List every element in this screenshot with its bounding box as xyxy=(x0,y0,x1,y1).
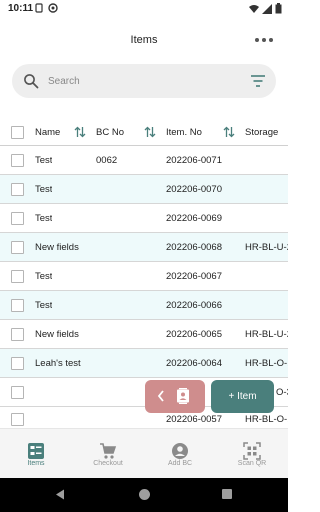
row-name: Test xyxy=(35,184,53,195)
row-storage: HR-BL-U-2 xyxy=(245,329,288,340)
row-checkbox[interactable] xyxy=(11,328,24,341)
row-item-no: 202206-0071 xyxy=(166,155,222,166)
signal-icon xyxy=(262,3,272,14)
row-checkbox[interactable] xyxy=(11,357,24,370)
sort-item-no-icon[interactable] xyxy=(223,126,235,138)
column-header-item-no[interactable]: Item. No xyxy=(166,127,202,138)
add-item-button[interactable]: + Item xyxy=(211,380,274,413)
row-name: Test xyxy=(35,271,53,282)
table-header: Name BC No Item. No Storage xyxy=(0,118,288,146)
row-storage: O-3 xyxy=(276,387,288,398)
sim-icon xyxy=(35,3,43,13)
row-checkbox[interactable] xyxy=(11,183,24,196)
row-checkbox[interactable] xyxy=(11,299,24,312)
app-header: Items xyxy=(0,18,288,64)
table-row[interactable]: Test 202206-0070 xyxy=(0,175,288,204)
table-row[interactable]: Leah's test 202206-0064 HR-BL-O-1 xyxy=(0,349,288,378)
table-row[interactable]: Test 202206-0066 xyxy=(0,291,288,320)
search-input[interactable] xyxy=(48,73,238,89)
back-fab-button[interactable] xyxy=(145,380,205,413)
row-storage: HR-BL-U-2 xyxy=(245,242,288,253)
table-row[interactable]: New fields 202206-0068 HR-BL-U-2 xyxy=(0,233,288,262)
filter-icon[interactable] xyxy=(250,74,266,88)
sort-bc-no-icon[interactable] xyxy=(144,126,156,138)
table-row[interactable]: Test 202206-0069 xyxy=(0,204,288,233)
row-storage: HR-BL-O-1 xyxy=(245,414,288,425)
column-header-name[interactable]: Name xyxy=(35,127,60,138)
row-name: Test xyxy=(35,300,53,311)
table-row[interactable]: New fields 202206-0065 HR-BL-U-2 xyxy=(0,320,288,349)
row-item-no: 202206-0066 xyxy=(166,300,222,311)
items-icon xyxy=(28,443,44,459)
row-bc-no: 0062 xyxy=(96,155,118,166)
row-checkbox[interactable] xyxy=(11,241,24,254)
row-checkbox[interactable] xyxy=(11,270,24,283)
sync-icon xyxy=(48,3,58,13)
row-item-no: 202206-0068 xyxy=(166,242,222,253)
bottom-nav: Items Checkout Add BC Scan QR xyxy=(0,428,288,478)
qr-icon xyxy=(243,442,261,460)
row-item-no: 202206-0057 xyxy=(166,414,222,425)
nav-label-checkout: Checkout xyxy=(93,460,123,467)
nav-label-add-bc: Add BC xyxy=(167,460,193,467)
system-nav-bar xyxy=(0,478,288,512)
row-checkbox[interactable] xyxy=(11,413,24,426)
system-recents-icon[interactable] xyxy=(222,489,232,499)
status-bar: 10:11 xyxy=(0,0,288,18)
system-back-icon[interactable] xyxy=(55,489,65,500)
nav-item-items[interactable]: Items xyxy=(0,429,72,479)
row-checkbox[interactable] xyxy=(11,212,24,225)
select-all-checkbox[interactable] xyxy=(11,126,24,139)
row-name: Test xyxy=(35,155,53,166)
cart-icon xyxy=(100,443,117,459)
search-icon xyxy=(24,74,39,89)
column-header-bc-no[interactable]: BC No xyxy=(96,127,124,138)
sort-name-icon[interactable] xyxy=(74,126,86,138)
battery-icon xyxy=(275,3,282,14)
row-item-no: 202206-0069 xyxy=(166,213,222,224)
row-checkbox[interactable] xyxy=(11,154,24,167)
row-name: Test xyxy=(35,213,53,224)
row-name: New fields xyxy=(35,242,79,253)
row-name: New fields xyxy=(35,329,79,340)
nav-label-items: Items xyxy=(27,460,45,467)
contact-book-icon xyxy=(177,388,189,404)
more-dot-icon xyxy=(269,38,273,42)
row-storage: HR-BL-O-1 xyxy=(245,358,288,369)
page-title: Items xyxy=(130,34,158,46)
column-header-storage[interactable]: Storage xyxy=(245,127,278,138)
nav-item-checkout[interactable]: Checkout xyxy=(72,429,144,479)
wifi-icon xyxy=(249,4,259,13)
screen: 10:11 Items Name xyxy=(0,0,288,512)
system-home-icon[interactable] xyxy=(139,489,150,500)
status-icons xyxy=(249,3,282,14)
nav-item-scan-qr[interactable]: Scan QR xyxy=(216,429,288,479)
table-row[interactable]: Test 0062 202206-0071 xyxy=(0,146,288,175)
row-item-no: 202206-0065 xyxy=(166,329,222,340)
search-bar xyxy=(12,64,276,98)
more-dot-icon xyxy=(255,38,259,42)
nav-label-scan-qr: Scan QR xyxy=(237,460,267,467)
table-row[interactable]: Test 202206-0067 xyxy=(0,262,288,291)
chevron-left-icon xyxy=(157,390,164,402)
account-icon xyxy=(172,443,188,459)
more-dot-icon xyxy=(262,38,266,42)
more-options-button[interactable] xyxy=(252,32,276,48)
row-item-no: 202206-0067 xyxy=(166,271,222,282)
row-name: Leah's test xyxy=(35,358,81,369)
nav-item-add-bc[interactable]: Add BC xyxy=(144,429,216,479)
status-time: 10:11 xyxy=(8,3,34,14)
row-checkbox[interactable] xyxy=(11,386,24,399)
row-item-no: 202206-0064 xyxy=(166,358,222,369)
row-item-no: 202206-0070 xyxy=(166,184,222,195)
